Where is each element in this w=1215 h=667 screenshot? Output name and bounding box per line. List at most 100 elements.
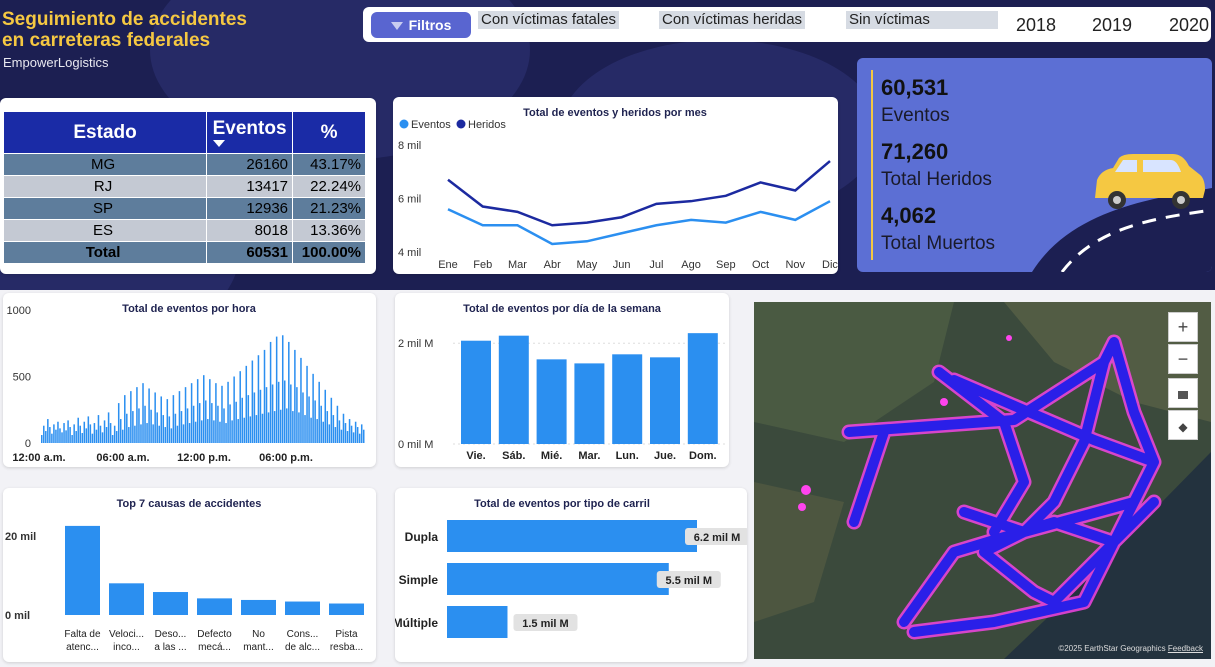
hour-bar [340,429,343,443]
hour-bar [43,425,45,443]
cause-bar [65,525,100,615]
cause-bar [285,601,320,615]
hour-bar [213,420,215,443]
hour-bar [176,425,179,443]
hour-bar [344,423,347,443]
hour-bar [109,423,112,443]
hour-bar [87,416,90,443]
legend-marker [399,119,409,129]
weekday-bar [498,335,529,444]
hour-bar [166,399,169,443]
y-tick-label: 8 mil [398,140,421,152]
hour-bar [59,428,61,443]
compass-button[interactable]: ◆ [1168,410,1198,440]
chip-injured[interactable]: Con víctimas heridas [659,11,806,29]
year-2020[interactable]: 2020 [1169,15,1210,36]
car-road-illustration [1032,154,1212,272]
x-tick-label: Ago [681,259,701,271]
data-label: 6.2 mil M [694,532,740,544]
hour-bar [296,387,298,443]
hour-bar [281,335,284,443]
x-tick-label: Jue. [654,450,676,462]
hour-bar [288,341,290,443]
series-line-eventos [447,200,831,246]
weekday-bar [461,340,491,444]
y-tick-label: 6 mil [398,194,421,206]
hour-bar [91,433,94,443]
hourly-chart-card: Total de eventos por hora 1000 500 0 12:00 a… [3,293,376,467]
chart-title: Total de eventos por día de la semana [463,303,662,315]
hour-bar [85,428,88,443]
causes-chart-card: Top 7 causas de accidentes 20 mil 0 mil Fal… [3,488,376,662]
hour-bar [217,405,219,443]
year-2019[interactable]: 2019 [1092,15,1133,36]
hour-bar [126,413,128,443]
x-tick-label: Mié. [541,450,562,462]
hour-bar [350,425,353,443]
x-tick-label: atenc... [66,642,99,653]
hour-bar [312,373,314,443]
year-2018[interactable]: 2018 [1016,15,1057,36]
lane-bar-chart: Total de eventos por tipo de carril Dupla… [393,498,749,638]
hour-bar [304,415,306,443]
data-label: 1.5 mil M [522,618,568,630]
hour-bar [300,357,302,443]
x-tick-label: Dom. [689,450,717,462]
hour-bar [113,425,116,443]
hour-bar [41,435,43,443]
x-tick-label: Abr [544,259,561,271]
col-eventos[interactable]: Eventos [206,111,294,154]
chart-title: Total de eventos por tipo de carril [474,498,650,510]
x-tick-label: Mar [508,259,527,271]
hour-bar [67,420,69,443]
hour-bar [69,427,71,443]
filters-button[interactable]: Filtros [371,12,471,38]
hour-bar [348,419,351,443]
chip-no-victims[interactable]: Sin víctimas [846,11,998,29]
tilt-button[interactable] [1168,378,1198,408]
lane-bar [447,563,669,595]
hour-bar [223,408,225,443]
monthly-line-chart: Total de eventos y heridos por mes Evento… [398,107,838,271]
y-tick-label: Múltiple [395,616,438,630]
hour-bar [209,379,211,443]
zoom-in-button[interactable]: + [1168,312,1198,342]
y-tick-label: 0 mil [5,610,30,622]
x-tick-label: Deso... [155,629,187,640]
hour-bar [77,417,79,443]
hour-bar [63,423,65,443]
hour-bar [170,428,173,443]
hour-bar [233,376,235,443]
feedback-link[interactable]: Feedback [1168,644,1203,653]
hour-bar [186,408,189,443]
hour-bar [328,424,331,443]
hour-bar [346,431,349,443]
hour-bar [273,411,276,443]
hour-bar [45,431,47,443]
hour-bar [198,403,201,443]
funnel-icon [390,22,403,31]
lane-bar [447,606,508,638]
hour-bar [267,412,270,443]
hour-bar [71,435,73,443]
hour-bar [184,387,187,443]
hour-bar [241,397,243,443]
hour-bar [73,424,75,443]
hour-bar [190,383,193,443]
hour-bar [310,417,312,443]
weekday-bar [574,363,605,444]
y-tick-label: 500 [13,372,31,384]
hour-bar [211,403,213,443]
hour-bar [83,421,86,443]
hour-bar [326,411,329,443]
col-percent[interactable]: % [292,111,366,154]
chip-fatal[interactable]: Con víctimas fatales [478,11,620,29]
hour-bar [47,419,49,443]
col-estado[interactable]: Estado [2,111,208,154]
legend-marker [456,119,466,129]
hour-bar [89,424,92,443]
x-tick-label: Dic [822,259,838,271]
zoom-out-button[interactable]: − [1168,344,1198,374]
accident-map[interactable]: + − ◆ ©2025 EarthStar Geographics Feedba… [754,302,1211,659]
sort-desc-icon [213,140,226,147]
